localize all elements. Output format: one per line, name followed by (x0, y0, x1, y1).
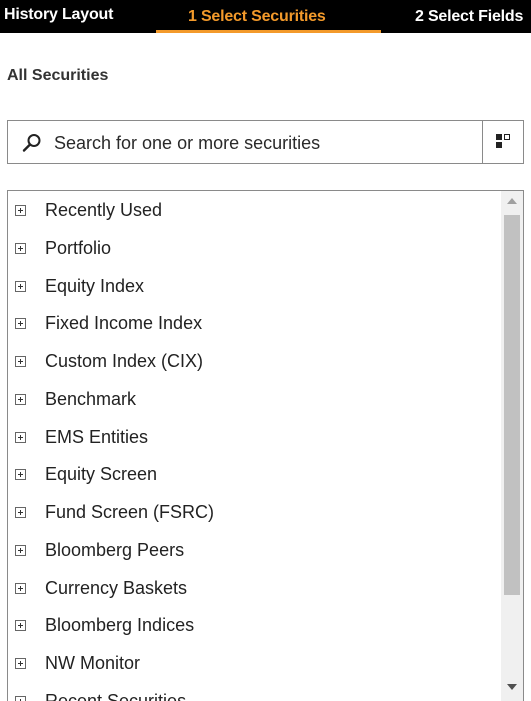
tree-item[interactable]: Bloomberg Indices (8, 608, 498, 642)
tree-item-label: Currency Baskets (45, 578, 188, 598)
expand-plus-icon[interactable] (15, 432, 26, 443)
tree-item-label: Equity Index (45, 276, 145, 296)
expand-plus-icon[interactable] (15, 620, 26, 631)
expand-plus-icon[interactable] (15, 583, 26, 594)
securities-tree: Recently Used Portfolio Equity Index Fix… (7, 190, 524, 701)
tree-scrollbar[interactable] (501, 191, 523, 701)
tab-label: 2 Select Fields (415, 8, 524, 25)
app-title: History Layout (4, 6, 114, 23)
tree-item-label: Fixed Income Index (45, 313, 203, 333)
tab-select-fields[interactable]: 2 Select Fields (415, 8, 523, 26)
tree-item[interactable]: Recent Securities (8, 684, 498, 701)
expand-plus-icon[interactable] (15, 658, 26, 669)
tree-item-label: EMS Entities (45, 427, 149, 447)
tree-item-label: Recent Securities (45, 691, 187, 701)
expand-plus-icon[interactable] (15, 696, 26, 701)
tab-label: 1 Select Securities (188, 8, 326, 25)
scrollbar-thumb[interactable] (504, 215, 520, 595)
browse-button[interactable] (483, 121, 523, 163)
expand-plus-icon[interactable] (15, 205, 26, 216)
tree-item[interactable]: Recently Used (8, 193, 498, 227)
tree-item[interactable]: Portfolio (8, 231, 498, 265)
expand-plus-icon[interactable] (15, 394, 26, 405)
expand-plus-icon[interactable] (15, 243, 26, 254)
scroll-up-button[interactable] (501, 193, 523, 211)
magnifier-icon (22, 133, 42, 153)
section-title: All Securities (7, 67, 109, 84)
tree-item[interactable]: Equity Index (8, 269, 498, 303)
chevron-up-icon (507, 198, 517, 204)
tree-item-label: Fund Screen (FSRC) (45, 502, 215, 522)
browse-grid-icon (496, 134, 510, 148)
tree-item-label: Equity Screen (45, 464, 158, 484)
security-search-box (7, 120, 524, 164)
tree-item-label: Benchmark (45, 389, 137, 409)
search-input[interactable] (54, 130, 474, 156)
expand-plus-icon[interactable] (15, 356, 26, 367)
scroll-down-button[interactable] (501, 679, 523, 697)
tree-item-label: Recently Used (45, 200, 163, 220)
tab-select-securities[interactable]: 1 Select Securities (156, 8, 381, 33)
expand-plus-icon[interactable] (15, 318, 26, 329)
tree-item[interactable]: Fund Screen (FSRC) (8, 495, 498, 529)
tree-item-label: Bloomberg Peers (45, 540, 185, 560)
chevron-down-icon (507, 684, 517, 690)
expand-plus-icon[interactable] (15, 545, 26, 556)
top-bar: History Layout 1 Select Securities 2 Sel… (0, 0, 531, 33)
expand-plus-icon[interactable] (15, 469, 26, 480)
tree-item[interactable]: Benchmark (8, 382, 498, 416)
active-tab-underline (156, 30, 381, 33)
tree-item-label: Custom Index (CIX) (45, 351, 204, 371)
tree-item[interactable]: EMS Entities (8, 420, 498, 454)
tree-item-label: Bloomberg Indices (45, 615, 195, 635)
expand-plus-icon[interactable] (15, 281, 26, 292)
tree-item[interactable]: Bloomberg Peers (8, 533, 498, 567)
tree-item[interactable]: Fixed Income Index (8, 306, 498, 340)
tree-item-label: NW Monitor (45, 653, 141, 673)
tree-item-label: Portfolio (45, 238, 112, 258)
tree-item[interactable]: Currency Baskets (8, 571, 498, 605)
tree-item[interactable]: Custom Index (CIX) (8, 344, 498, 378)
tree-item[interactable]: Equity Screen (8, 457, 498, 491)
tree-item[interactable]: NW Monitor (8, 646, 498, 680)
expand-plus-icon[interactable] (15, 507, 26, 518)
